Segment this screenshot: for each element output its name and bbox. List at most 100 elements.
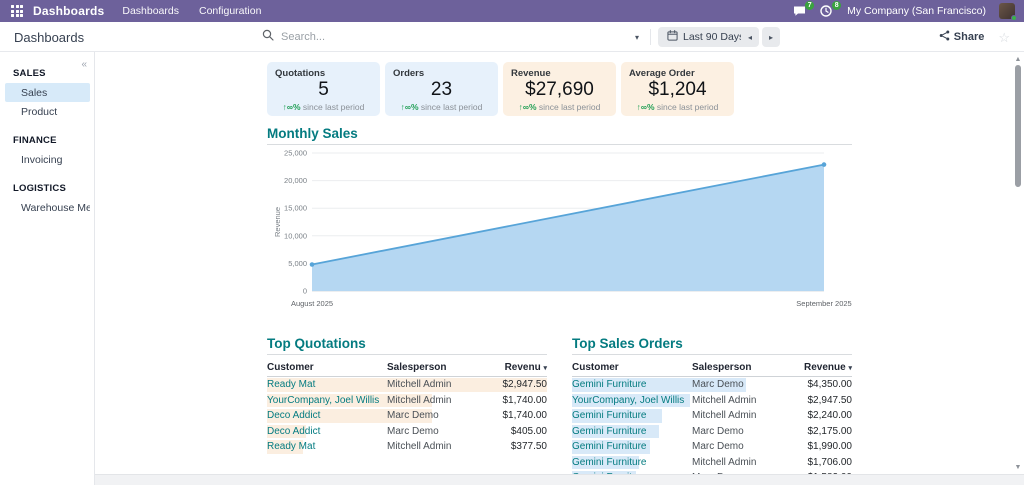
favorite-star-icon[interactable]: ☆ [998, 31, 1010, 44]
sidebar-item-product[interactable]: Product [5, 102, 90, 121]
app-name[interactable]: Dashboards [33, 4, 104, 18]
revenue-amount: $377.50 [510, 441, 547, 453]
vertical-scrollbar[interactable]: ▲ ▼ [1012, 54, 1024, 472]
customer-link[interactable]: Ready Mat [267, 441, 387, 452]
revenue-amount: $405.00 [510, 425, 547, 437]
table-row[interactable]: Ready Mat Mitchell Admin $377.50 [267, 439, 547, 455]
salesperson-name: Mitchell Admin [692, 394, 757, 406]
messages-icon[interactable]: 7 [793, 0, 815, 18]
search-dropdown-caret-icon[interactable]: ▾ [632, 31, 642, 44]
share-button[interactable]: Share [939, 30, 985, 44]
customer-link[interactable]: Gemini Furniture [572, 379, 692, 390]
messages-badge: 7 [805, 0, 815, 10]
customer-link[interactable]: YourCompany, Joel Willis [267, 395, 387, 406]
scrollbar-thumb[interactable] [1015, 65, 1021, 187]
table-row[interactable]: Gemini Furniture Mitchell Admin $2,240.00 [572, 408, 852, 424]
kpi-label: Average Order [629, 68, 695, 79]
kpi-card-quotations: Quotations 5 ↑∞% since last period [267, 62, 380, 116]
svg-text:0: 0 [303, 287, 307, 296]
salesperson-name: Mitchell Admin [387, 441, 452, 453]
salesperson-name: Marc Demo [387, 425, 439, 437]
table-row[interactable]: Ready Mat Mitchell Admin $2,947.50 [267, 377, 547, 393]
customer-link[interactable]: YourCompany, Joel Willis [572, 395, 692, 406]
chart-title: Monthly Sales [267, 126, 852, 145]
sidebar-section: LOGISTICS Warehouse Metrics [0, 183, 94, 217]
table-header-row: Customer Salesperson Revenu ▾ [267, 358, 547, 377]
table-row[interactable]: Deco Addict Marc Demo $1,740.00 [267, 408, 547, 424]
table-row[interactable]: Deco Addict Marc Demo $405.00 [267, 424, 547, 440]
date-filter-button[interactable]: Last 90 Days [658, 27, 754, 47]
svg-text:20,000: 20,000 [284, 176, 307, 185]
y-axis-label: Revenue [273, 207, 282, 237]
activities-icon[interactable]: 8 [820, 0, 842, 18]
table-top-sales-orders: Top Sales Orders Customer Salesperson Reven… [572, 336, 852, 485]
sidebar-item-warehouse-metrics[interactable]: Warehouse Metrics [5, 198, 90, 217]
scroll-up-icon[interactable]: ▲ [1012, 56, 1024, 64]
customer-link[interactable]: Gemini Furniture [572, 410, 692, 421]
kpi-trend-line: ↑∞% since last period [518, 101, 601, 112]
sidebar-section: SALES Sales Product [0, 68, 94, 121]
table-header-row: Customer Salesperson Revenue ▾ [572, 358, 852, 377]
table-row[interactable]: Gemini Furniture Mitchell Admin $1,706.00 [572, 455, 852, 471]
column-header-customer[interactable]: Customer [267, 362, 387, 373]
column-header-salesperson[interactable]: Salesperson [692, 362, 780, 373]
customer-link[interactable]: Ready Mat [267, 379, 387, 390]
svg-text:15,000: 15,000 [284, 204, 307, 213]
trend-up-icon: ↑∞% [282, 101, 301, 112]
customer-link[interactable]: Gemini Furniture [572, 457, 692, 468]
breadcrumb[interactable]: Dashboards [14, 22, 84, 52]
control-panel: Dashboards ▾ Last 90 Days ◂ ▸ Share ☆ [0, 22, 1024, 52]
tables-row: Top Quotations Customer Salesperson Revenu … [267, 336, 852, 485]
table-row[interactable]: Gemini Furniture Marc Demo $2,175.00 [572, 424, 852, 440]
column-header-revenue-sorted[interactable]: Revenu ▾ [475, 362, 547, 373]
monthly-sales-section: Monthly Sales 0 5,000 10,000 15,000 20,000 25… [267, 126, 852, 322]
x-axis-tick: August 2025 [291, 299, 333, 308]
main-content: Quotations 5 ↑∞% since last period Orders 23… [95, 52, 1024, 485]
kpi-value: $27,690 [525, 79, 594, 100]
revenue-amount: $1,706.00 [807, 456, 853, 468]
kpi-value: $1,204 [648, 79, 707, 100]
kpi-value: 5 [318, 79, 329, 100]
apps-grid-icon[interactable] [9, 3, 25, 19]
salesperson-name: Mitchell Admin [387, 394, 452, 406]
customer-link[interactable]: Deco Addict [267, 426, 387, 437]
salesperson-name: Marc Demo [692, 441, 744, 453]
user-avatar[interactable] [999, 3, 1017, 21]
scroll-down-icon[interactable]: ▼ [1012, 464, 1024, 472]
search-bar: ▾ [258, 25, 646, 49]
revenue-amount: $2,175.00 [807, 425, 853, 437]
sidebar: « SALES Sales Product FINANCE Invoicing LOGIS… [0, 52, 95, 485]
table-row[interactable]: YourCompany, Joel Willis Mitchell Admin $1… [267, 393, 547, 409]
sidebar-item-invoicing[interactable]: Invoicing [5, 150, 90, 169]
share-label: Share [953, 31, 985, 43]
navbar-menu-item-dashboards[interactable]: Dashboards [120, 3, 181, 19]
trend-up-icon: ↑∞% [518, 101, 537, 112]
next-period-button[interactable]: ▸ [762, 27, 780, 47]
search-input[interactable] [281, 31, 625, 43]
company-switcher[interactable]: My Company (San Francisco) [847, 5, 986, 17]
customer-link[interactable]: Gemini Furniture [572, 426, 692, 437]
kpi-trend-line: ↑∞% since last period [282, 101, 365, 112]
kpi-card-average-order: Average Order $1,204 ↑∞% since last period [621, 62, 734, 116]
navbar-menu-item-configuration[interactable]: Configuration [197, 3, 263, 19]
divider [650, 29, 651, 45]
sidebar-collapse-icon[interactable]: « [81, 60, 87, 70]
sidebar-item-sales[interactable]: Sales [5, 83, 90, 102]
kpi-label: Orders [393, 68, 425, 79]
customer-link[interactable]: Gemini Furniture [572, 441, 692, 452]
previous-period-button[interactable]: ◂ [741, 27, 759, 47]
revenue-amount: $2,240.00 [807, 410, 853, 422]
trend-up-icon: ↑∞% [400, 101, 419, 112]
column-header-salesperson[interactable]: Salesperson [387, 362, 475, 373]
table-row[interactable]: YourCompany, Joel Willis Mitchell Admin $2… [572, 393, 852, 409]
revenue-amount: $4,350.00 [807, 379, 853, 391]
column-header-customer[interactable]: Customer [572, 362, 692, 373]
table-title: Top Sales Orders [572, 336, 852, 355]
column-header-revenue-sorted[interactable]: Revenue ▾ [780, 362, 852, 373]
table-row[interactable]: Gemini Furniture Marc Demo $4,350.00 [572, 377, 852, 393]
trend-up-icon: ↑∞% [636, 101, 655, 112]
monthly-sales-chart: 0 5,000 10,000 15,000 20,000 25,000 Revenue Aug… [267, 145, 852, 322]
customer-link[interactable]: Deco Addict [267, 410, 387, 421]
kpi-value: 23 [430, 79, 453, 100]
table-row[interactable]: Gemini Furniture Marc Demo $1,990.00 [572, 439, 852, 455]
